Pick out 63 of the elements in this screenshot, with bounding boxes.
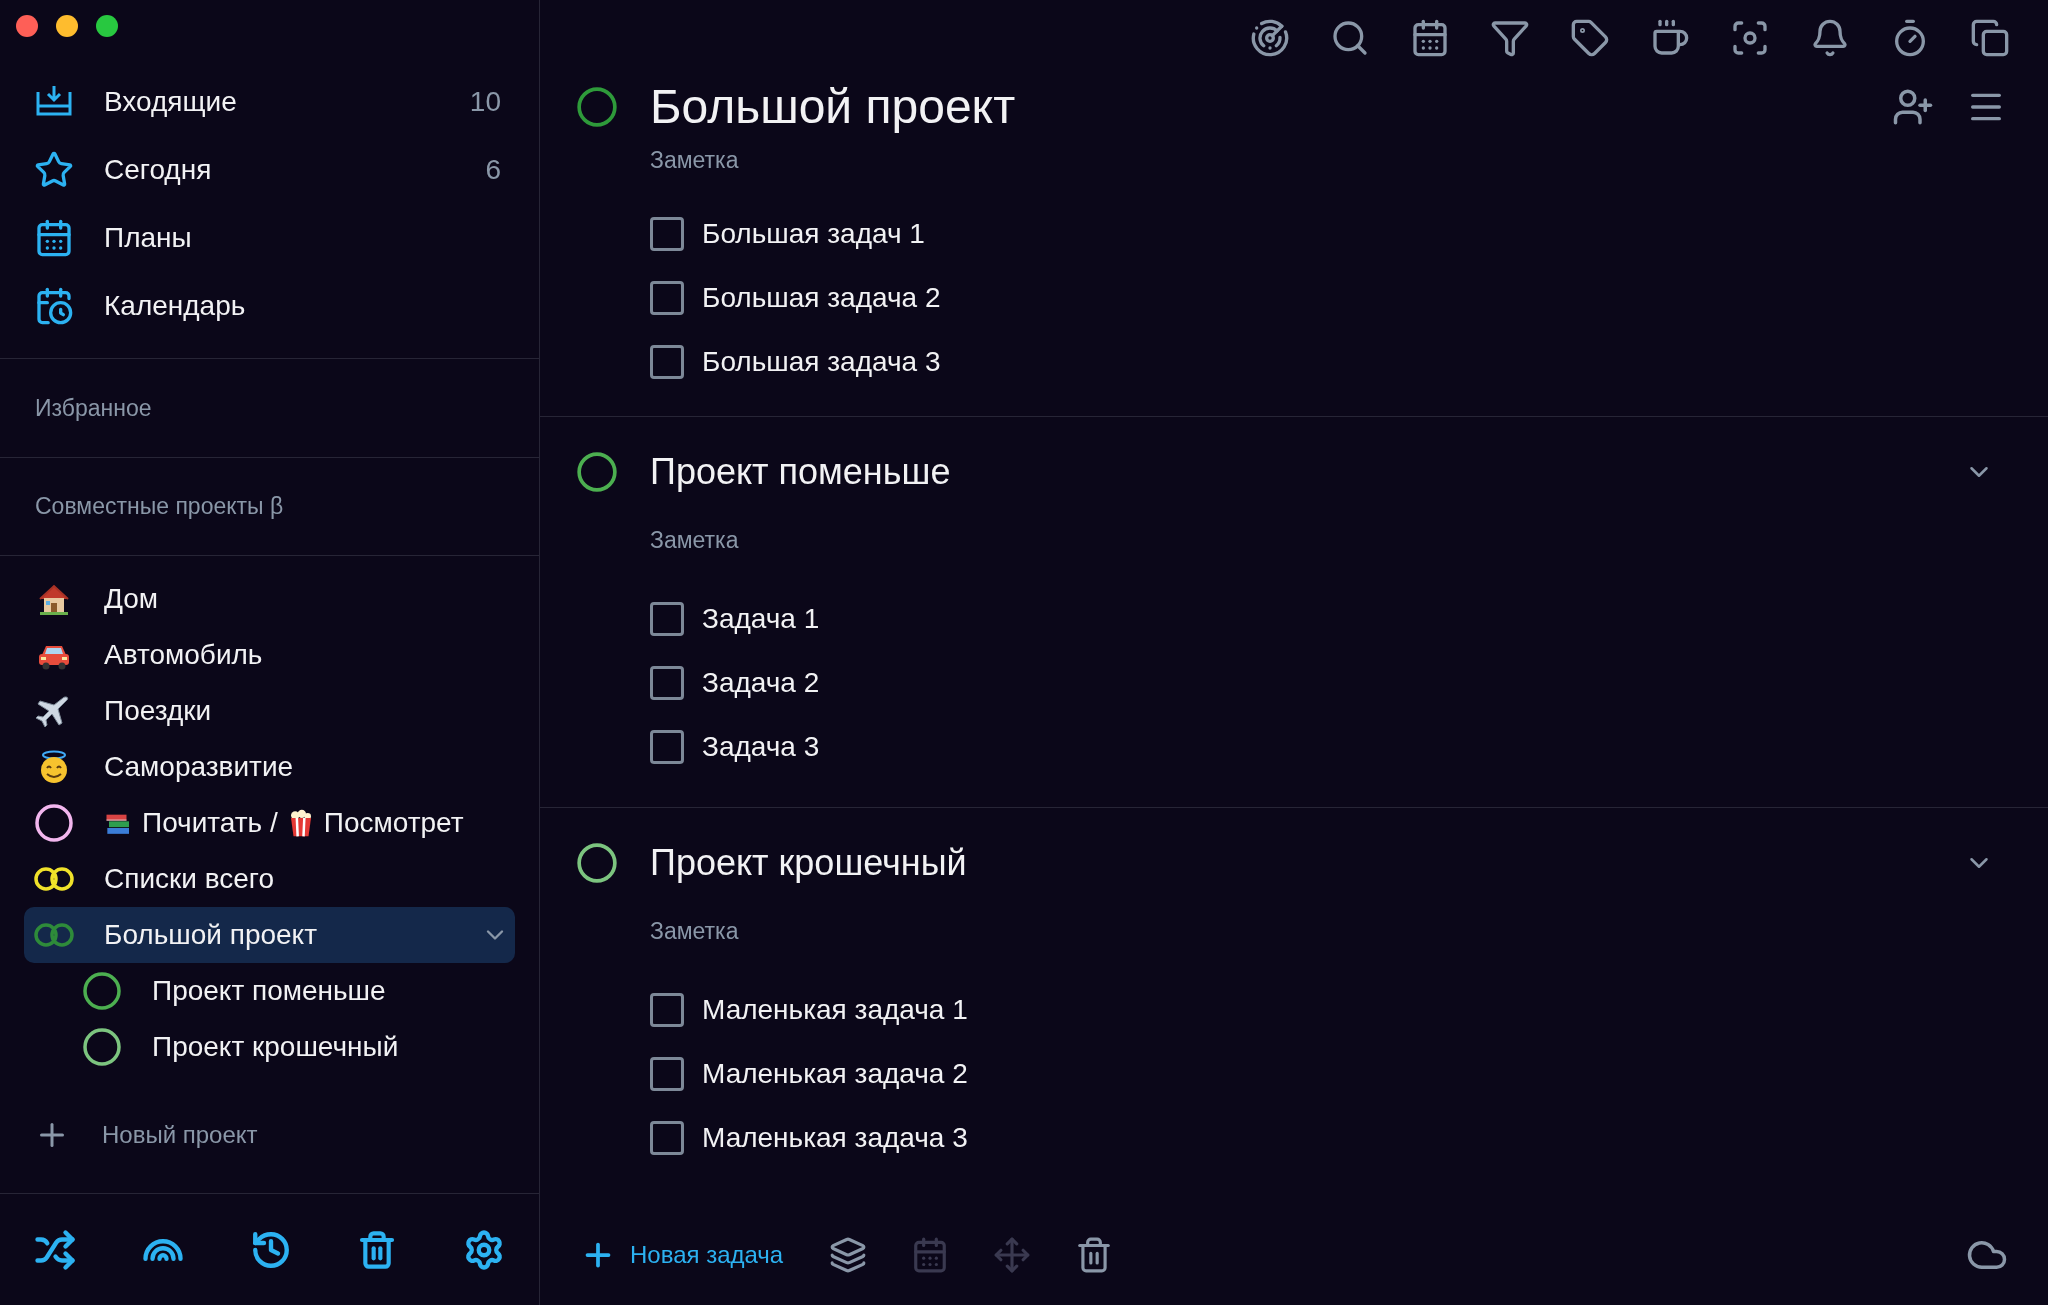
nav-item[interactable]: Планы [0, 204, 539, 272]
checkbox[interactable] [650, 993, 684, 1027]
copy-icon[interactable] [1970, 18, 2010, 58]
new-project-button[interactable]: Новый проект [0, 1107, 539, 1163]
cup-icon[interactable] [1650, 18, 1690, 58]
project-name: Почитать / [142, 806, 278, 840]
project-name: Посмотрет [323, 806, 464, 840]
note-label: Заметка [650, 525, 739, 555]
checkbox[interactable] [650, 730, 684, 764]
new-task-button[interactable]: Новая задача [580, 1237, 784, 1273]
checkbox[interactable] [650, 1121, 684, 1155]
item-count: 10 [469, 85, 501, 119]
checkbox[interactable] [650, 602, 684, 636]
bell-icon[interactable] [1810, 18, 1850, 58]
section-title: Проект поменьше [650, 450, 952, 494]
checkbox[interactable] [650, 666, 684, 700]
focus-icon[interactable] [1730, 18, 1770, 58]
calendar-icon[interactable] [1410, 18, 1450, 58]
section-header: Совместные проекты β [35, 492, 284, 522]
calendar-icon [34, 218, 74, 258]
project-item[interactable]: Проект поменьше [24, 963, 515, 1019]
project-item[interactable]: Проект крошечный [24, 1019, 515, 1075]
filter-icon[interactable] [1490, 18, 1530, 58]
project-row[interactable]: Почитать / Посмотрет [24, 795, 515, 851]
project-item[interactable]: Дом [24, 571, 515, 627]
window-control[interactable] [16, 15, 38, 37]
task-title: Задача 2 [702, 666, 820, 700]
checkbox[interactable] [650, 1057, 684, 1091]
project-item[interactable]: Автомобиль [24, 627, 515, 683]
task-title: Задача 3 [702, 730, 820, 764]
window-control[interactable] [56, 15, 78, 37]
task-title: Маленькая задача 2 [702, 1057, 968, 1091]
radar-icon[interactable] [1250, 18, 1290, 58]
checkbox[interactable] [650, 281, 684, 315]
section-title: Проект крошечный [650, 841, 968, 885]
layers-icon[interactable] [829, 1236, 868, 1274]
nav-item[interactable]: Входящие 10 [0, 68, 539, 136]
note-label: Заметка [650, 916, 739, 946]
note-label: Заметка [650, 145, 739, 175]
task-title: Задача 1 [702, 602, 820, 636]
project-item[interactable]: Саморазвитие [24, 739, 515, 795]
tag-icon[interactable] [1570, 18, 1610, 58]
task-title: Большая задача 3 [702, 345, 941, 379]
item-count: 6 [485, 153, 501, 187]
nav-item[interactable]: Календарь [0, 272, 539, 340]
window-control[interactable] [96, 15, 118, 37]
task-title: Большая задача 2 [702, 281, 941, 315]
section-header: Избранное [35, 393, 152, 423]
star-icon [34, 150, 74, 190]
task-title: Маленькая задача 3 [702, 1121, 968, 1155]
project-item[interactable]: Большой проект [24, 907, 515, 963]
project-item[interactable]: Списки всего [24, 851, 515, 907]
project-item[interactable]: Поездки [24, 683, 515, 739]
nav-item[interactable]: Сегодня 6 [0, 136, 539, 204]
checkbox[interactable] [650, 217, 684, 251]
task-title: Маленькая задача 1 [702, 993, 968, 1027]
search-icon[interactable] [1330, 18, 1370, 58]
project-title: Большой проект [650, 79, 1017, 135]
settings-icon[interactable] [463, 1228, 505, 1271]
task-title: Большая задач 1 [702, 217, 925, 251]
calendar-clock-icon [34, 286, 74, 326]
checkbox[interactable] [650, 345, 684, 379]
shuffle-icon[interactable] [34, 1228, 76, 1271]
